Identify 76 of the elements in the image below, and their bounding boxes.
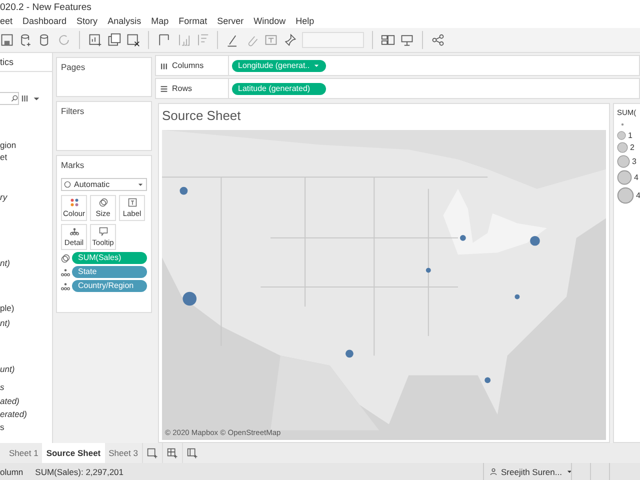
field-item[interactable]: ated) xyxy=(0,395,52,407)
field-item[interactable]: gion xyxy=(0,139,52,151)
field-item[interactable]: nt) xyxy=(0,257,52,269)
menu-item[interactable]: Server xyxy=(217,16,244,26)
card-title: Filters xyxy=(61,106,86,116)
size-circle-icon xyxy=(617,187,634,204)
tooltip-icon xyxy=(98,227,108,236)
field-item[interactable]: nt) xyxy=(0,317,52,329)
menu-item[interactable]: Map xyxy=(151,16,169,26)
pin-icon[interactable] xyxy=(283,33,297,47)
user-icon xyxy=(490,468,497,475)
clear-sheet-icon[interactable] xyxy=(126,33,140,47)
share-icon[interactable] xyxy=(431,33,445,47)
sheet-title: Source Sheet xyxy=(162,108,242,125)
detail-icon xyxy=(61,282,70,290)
shelf-label: Rows xyxy=(172,84,192,93)
size-circle-icon xyxy=(617,142,628,153)
search-field[interactable] xyxy=(0,92,19,105)
menu-item[interactable]: Analysis xyxy=(108,16,142,26)
window-title: 020.2 - New Features xyxy=(0,2,92,12)
colour-dots-icon xyxy=(70,198,78,207)
field-item[interactable]: ry xyxy=(0,191,52,203)
card-title: Marks xyxy=(61,160,86,170)
pane-title: tics xyxy=(0,57,14,67)
sheet-tab[interactable]: Sheet 1 xyxy=(5,443,42,463)
menu-item[interactable]: Story xyxy=(76,16,98,26)
field-item[interactable]: erated) xyxy=(0,408,52,420)
status-text: SUM(Sales): 2,297,201 xyxy=(35,466,124,476)
size-icon xyxy=(61,254,70,262)
database-add-icon[interactable] xyxy=(19,33,33,47)
size-circle-icon xyxy=(617,155,630,168)
legend-label: 4 xyxy=(636,191,640,200)
menu-item[interactable]: Help xyxy=(296,16,314,26)
new-dashboard-icon xyxy=(166,448,178,458)
circle-icon xyxy=(64,181,71,188)
field-item[interactable]: s xyxy=(0,421,52,433)
user-menu[interactable]: Sreejith Suren... xyxy=(483,463,571,480)
status-text: olumn xyxy=(0,466,24,476)
size-circle-icon xyxy=(617,170,632,185)
label-icon xyxy=(128,198,136,207)
show-me-icon[interactable] xyxy=(381,33,395,47)
card-title: Pages xyxy=(61,62,86,72)
detail-icon xyxy=(61,268,70,276)
shelf-label: Columns xyxy=(172,61,204,70)
caret-icon xyxy=(566,468,573,475)
presentation-icon[interactable] xyxy=(400,33,414,47)
sheet-tab[interactable]: Source Sheet xyxy=(42,443,105,463)
menu-item[interactable]: Dashboard xyxy=(22,16,67,26)
rows-icon xyxy=(160,84,168,92)
field-item[interactable]: s xyxy=(0,381,52,393)
columns-icon[interactable] xyxy=(21,94,30,103)
columns-icon xyxy=(160,62,168,70)
legend-label: 2 xyxy=(630,143,634,152)
search-icon xyxy=(11,95,18,102)
dot-icon xyxy=(621,122,624,126)
menu-item[interactable]: eet xyxy=(0,16,13,26)
caret-icon xyxy=(137,181,144,188)
size-icon xyxy=(98,198,108,207)
legend-label: 4 xyxy=(634,173,638,182)
duplicate-icon[interactable] xyxy=(107,33,121,47)
field-item[interactable]: et xyxy=(0,151,52,163)
new-worksheet-icon xyxy=(146,448,158,458)
field-item[interactable]: unt) xyxy=(0,363,52,375)
mark-type-dropdown[interactable]: Automatic xyxy=(61,178,147,191)
detail-icon xyxy=(70,227,78,236)
sheet-tab[interactable]: Sheet 3 xyxy=(104,443,142,463)
legend-label: 1 xyxy=(628,131,632,140)
save-icon[interactable] xyxy=(0,33,14,47)
menu-item[interactable]: Window xyxy=(254,16,286,26)
size-circle-icon xyxy=(617,131,626,140)
text-box-icon[interactable] xyxy=(264,33,278,47)
menu-item[interactable]: Format xyxy=(178,16,208,26)
new-worksheet-icon[interactable] xyxy=(88,33,102,47)
legend-label: 3 xyxy=(632,157,636,166)
field-item[interactable]: ple) xyxy=(0,302,52,314)
new-story-icon xyxy=(186,448,198,458)
